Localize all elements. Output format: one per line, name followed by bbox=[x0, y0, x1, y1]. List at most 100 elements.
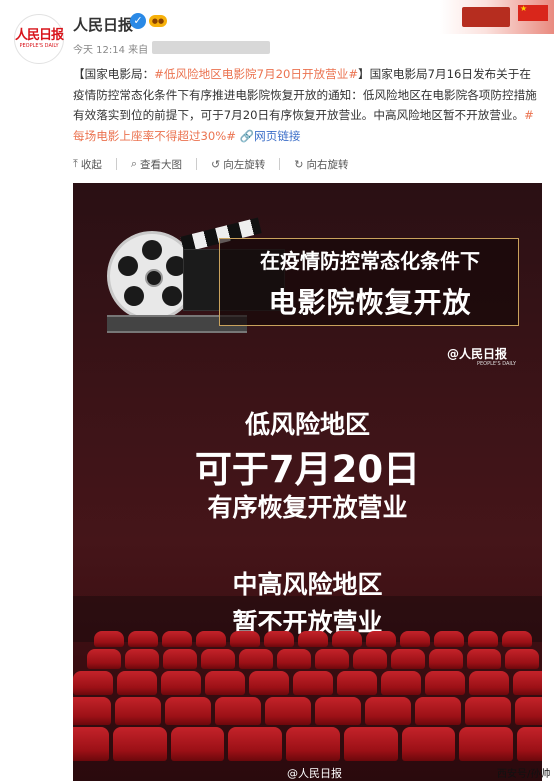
rotate-left-icon: ↺ bbox=[211, 157, 221, 171]
header-banner-image: ★ bbox=[440, 0, 554, 34]
view-large-button[interactable]: ⌕ 查看大图 bbox=[131, 157, 182, 172]
seat bbox=[459, 727, 514, 761]
seat bbox=[205, 671, 245, 695]
reopen-date: 可于7月20日 bbox=[194, 448, 421, 491]
gate-illustration bbox=[462, 7, 510, 27]
seat bbox=[87, 649, 121, 669]
seat bbox=[228, 727, 283, 761]
avatar-logo: 人民日报 bbox=[15, 27, 64, 43]
collapse-button[interactable]: ⤒ 收起 bbox=[73, 157, 102, 172]
seat bbox=[249, 671, 289, 695]
seat bbox=[366, 631, 396, 647]
seat bbox=[401, 727, 456, 761]
seat bbox=[381, 671, 421, 695]
weibo-watermark: @人民日报 bbox=[287, 767, 342, 780]
seat-row bbox=[73, 649, 542, 669]
low-risk-title: 低风险地区 bbox=[244, 410, 370, 439]
seat bbox=[161, 671, 201, 695]
seat bbox=[230, 631, 260, 647]
seat bbox=[415, 697, 461, 725]
seat bbox=[298, 631, 328, 647]
peoples-daily-logo: @人民日报 bbox=[447, 347, 508, 361]
seat bbox=[201, 649, 235, 669]
headline-box: 在疫情防控常态化条件下 电影院恢复开放 bbox=[219, 238, 519, 326]
seat bbox=[165, 697, 211, 725]
seat bbox=[117, 671, 157, 695]
seat bbox=[400, 631, 430, 647]
divider bbox=[115, 158, 117, 170]
divider bbox=[279, 158, 281, 170]
web-link[interactable]: 网页链接 bbox=[254, 129, 300, 143]
avatar-logo-en: PEOPLE'S DAILY bbox=[19, 42, 59, 49]
seat bbox=[264, 631, 294, 647]
post-header: 人民日报 PEOPLE'S DAILY 人民日报 ✓ ●● 今天 12:14 来… bbox=[0, 0, 554, 64]
seat bbox=[170, 727, 225, 761]
seat bbox=[505, 649, 539, 669]
seat bbox=[515, 697, 542, 725]
hashtag-link[interactable]: #低风险地区电影院7月20日开放营业# bbox=[154, 67, 358, 81]
seat bbox=[467, 649, 501, 669]
verified-icon: ✓ bbox=[130, 13, 146, 29]
seat bbox=[434, 631, 464, 647]
account-name[interactable]: 人民日报 bbox=[73, 14, 133, 35]
seat bbox=[353, 649, 387, 669]
seat bbox=[468, 631, 498, 647]
seat bbox=[469, 671, 509, 695]
rotate-right-icon: ↻ bbox=[294, 157, 304, 171]
seat bbox=[391, 649, 425, 669]
seat bbox=[513, 671, 542, 695]
reel-hub bbox=[145, 269, 163, 287]
star-icon: ★ bbox=[520, 4, 528, 13]
source-redacted bbox=[152, 41, 270, 54]
seat-row bbox=[73, 727, 542, 761]
seat bbox=[112, 727, 167, 761]
poster-image[interactable]: 在疫情防控常态化条件下 电影院恢复开放 @人民日报 PEOPLE'S DAILY… bbox=[73, 183, 542, 781]
rotate-left-button[interactable]: ↺ 向左旋转 bbox=[211, 157, 265, 172]
seat bbox=[115, 697, 161, 725]
reel-hole bbox=[162, 286, 182, 306]
seat-row bbox=[73, 631, 542, 647]
seat bbox=[196, 631, 226, 647]
reel-hole bbox=[142, 240, 162, 260]
view-large-label: 查看大图 bbox=[140, 158, 183, 171]
seat bbox=[425, 671, 465, 695]
seat bbox=[465, 697, 511, 725]
zoom-icon: ⌕ bbox=[130, 157, 138, 170]
seat bbox=[239, 649, 273, 669]
seat bbox=[125, 649, 159, 669]
seat bbox=[73, 727, 109, 761]
reel-hole bbox=[118, 256, 138, 276]
vip-badge-icon: ●● bbox=[149, 15, 167, 27]
seat bbox=[286, 727, 340, 761]
seat bbox=[293, 671, 333, 695]
seat bbox=[94, 631, 124, 647]
seat bbox=[163, 649, 197, 669]
post-time: 今天 12:14 来自 bbox=[73, 45, 149, 56]
seat bbox=[429, 649, 463, 669]
collapse-label: 收起 bbox=[80, 158, 102, 171]
seat bbox=[215, 697, 261, 725]
topic-open: 【国家电影局： bbox=[73, 67, 155, 81]
seat bbox=[162, 631, 192, 647]
seat bbox=[332, 631, 362, 647]
seat-row bbox=[73, 671, 542, 695]
seat bbox=[265, 697, 311, 725]
rotate-left-label: 向左旋转 bbox=[223, 158, 266, 171]
post-text: 【国家电影局：#低风险地区电影院7月20日开放营业#】国家电影局7月16日发布关… bbox=[73, 64, 541, 146]
seat bbox=[343, 727, 398, 761]
avatar[interactable]: 人民日报 PEOPLE'S DAILY bbox=[14, 14, 64, 64]
link-icon[interactable]: 🔗 bbox=[240, 129, 254, 143]
seat-row bbox=[73, 697, 542, 725]
seat bbox=[277, 649, 311, 669]
cinema-seats bbox=[73, 631, 542, 781]
reopen-text: 有序恢复开放营业 bbox=[207, 493, 408, 522]
seat bbox=[517, 727, 542, 761]
mid-high-risk-title: 中高风险地区 bbox=[232, 570, 383, 599]
reel-hole bbox=[124, 286, 144, 306]
seat bbox=[128, 631, 158, 647]
peoples-daily-logo-en: PEOPLE'S DAILY bbox=[477, 361, 517, 367]
headline-2: 电影院恢复开放 bbox=[268, 286, 472, 319]
seat bbox=[73, 697, 111, 725]
rotate-right-button[interactable]: ↻ 向右旋转 bbox=[294, 157, 348, 172]
seat bbox=[73, 671, 113, 695]
